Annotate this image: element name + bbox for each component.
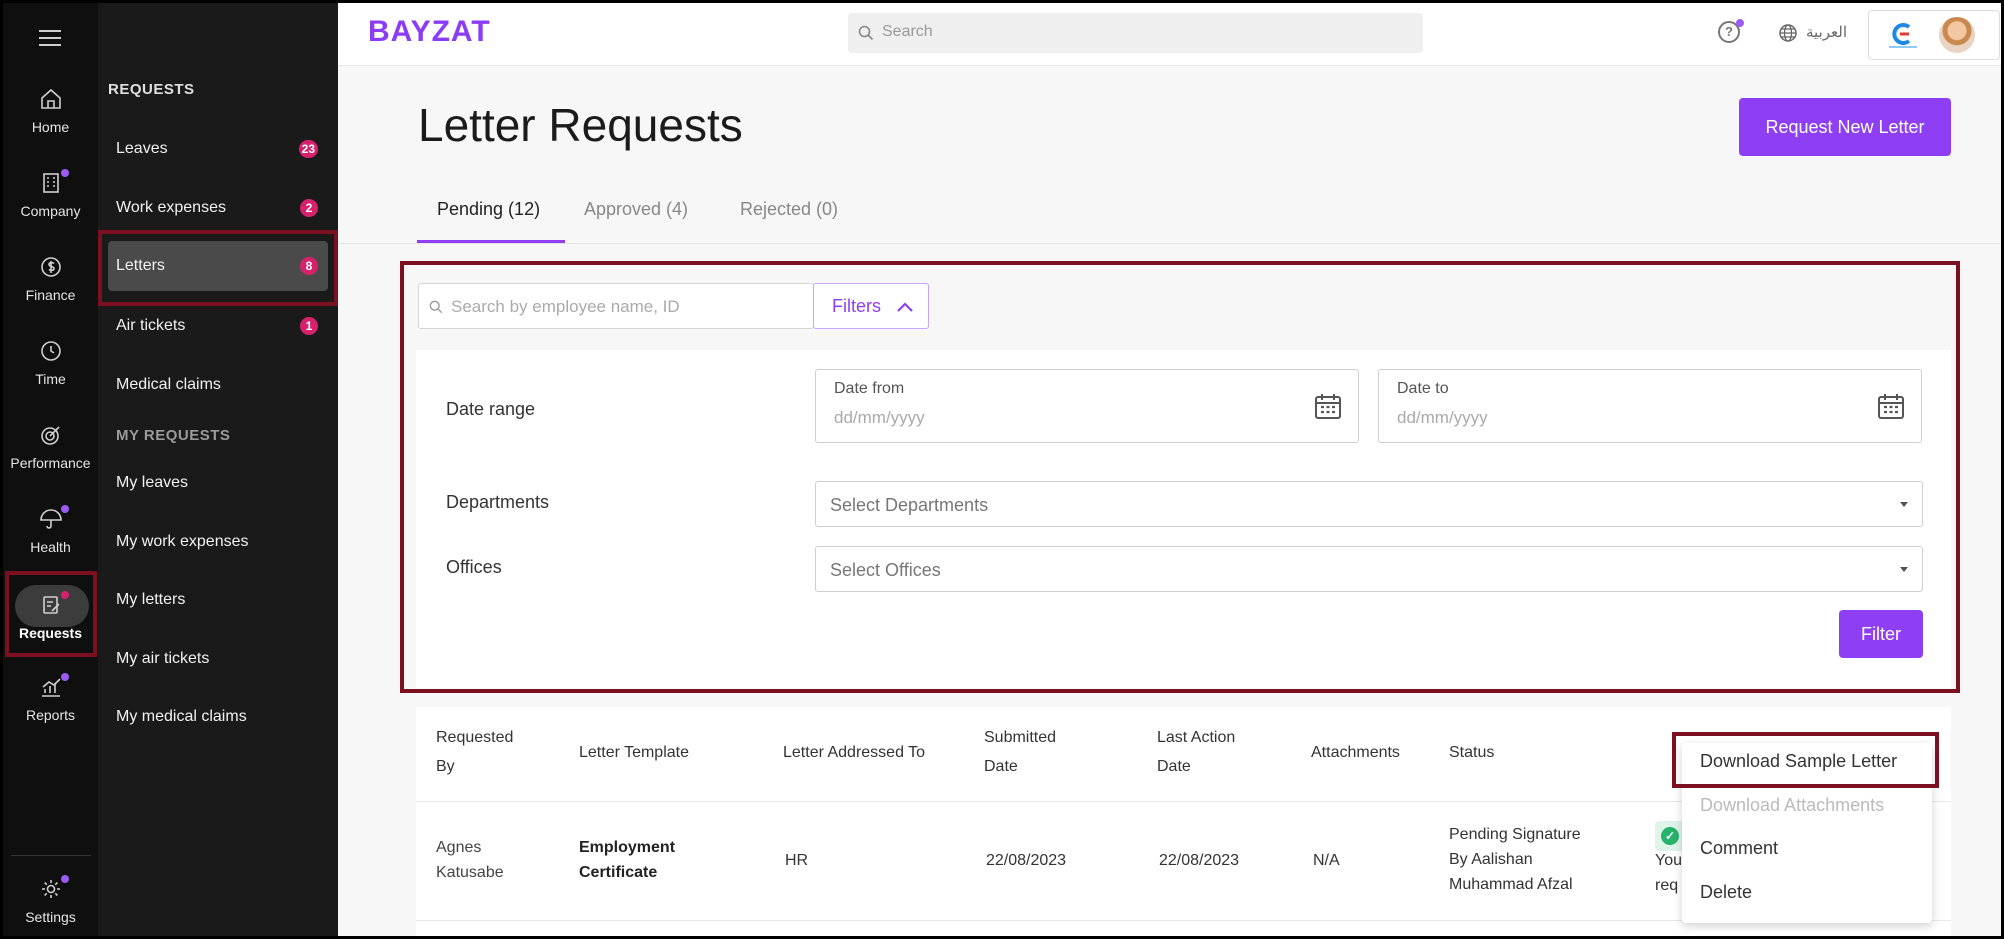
global-search-input[interactable]: Search [848, 13, 1423, 53]
clock-icon [40, 341, 61, 361]
menu-item-delete[interactable]: Delete [1700, 882, 1752, 903]
top-bar: BAYZAT Search ? العربية [338, 3, 2001, 66]
menu-item-download-attachments: Download Attachments [1700, 795, 1885, 815]
dollar-icon [40, 257, 61, 277]
section-header: REQUESTS [108, 81, 195, 98]
nav-home[interactable]: Home [3, 85, 98, 135]
approved-check-icon: ✓ [1655, 821, 1685, 851]
cell-requested-by: Agnes Katusabe [436, 839, 504, 881]
sidebar-item-my-work-expenses[interactable]: My work expenses [108, 517, 328, 567]
sidebar-item-my-air-tickets[interactable]: My air tickets [108, 634, 328, 684]
request-new-letter-button[interactable]: Request New Letter [1739, 98, 1951, 156]
column-header-last-action-date[interactable]: Last Action Date [1157, 723, 1235, 781]
language-switcher[interactable]: العربية [1778, 23, 1847, 43]
nav-reports[interactable]: Reports [3, 673, 98, 723]
nav-health[interactable]: Health [3, 505, 98, 555]
target-icon [40, 426, 60, 445]
cell-template: Employment Certificate [579, 839, 676, 881]
bayzat-logo[interactable]: BAYZAT [368, 15, 491, 49]
avatar [1939, 17, 1975, 53]
home-icon [40, 88, 61, 109]
count-badge: 23 [298, 140, 318, 158]
cell-submitted-date: 22/08/2023 [986, 852, 1067, 869]
section-header: MY REQUESTS [116, 427, 231, 444]
sidebar-item-work-expenses[interactable]: Work expenses 2 [108, 183, 328, 233]
account-menu[interactable] [1868, 10, 2000, 60]
main-nav-rail: Home Company Finance Time Performance He… [3, 3, 98, 936]
app-window: Home Company Finance Time Performance He… [3, 3, 2001, 936]
count-badge: 2 [300, 199, 318, 217]
notification-dot [61, 169, 69, 177]
page-title: Letter Requests [418, 99, 743, 151]
cell-note: You req [1655, 852, 1682, 894]
sidebar-item-my-letters[interactable]: My letters [108, 575, 328, 625]
nav-settings[interactable]: Settings [3, 875, 98, 925]
column-header-addressed-to[interactable]: Letter Addressed To [783, 738, 925, 767]
globe-icon [1779, 24, 1797, 42]
cell-status: Pending Signature By Aalishan Muhammad Afz… [1449, 826, 1581, 893]
notification-dot [61, 673, 69, 681]
column-header-template[interactable]: Letter Template [579, 738, 689, 767]
search-icon [858, 25, 874, 41]
highlight-download-sample-letter [1672, 732, 1939, 788]
menu-item-comment[interactable]: Comment [1700, 838, 1778, 859]
cell-addressed-to: HR [785, 852, 809, 869]
tab-pending[interactable]: Pending (12) [437, 199, 540, 220]
divider [11, 855, 91, 856]
company-logo [1889, 23, 1917, 48]
column-header-requested-by[interactable]: Requested By [436, 723, 513, 781]
tab-rejected[interactable]: Rejected (0) [740, 199, 838, 220]
column-header-attachments[interactable]: Attachments [1311, 738, 1400, 767]
sidebar-item-my-medical-claims[interactable]: My medical claims [108, 692, 328, 742]
notification-dot [61, 505, 69, 513]
sidebar-item-my-leaves[interactable]: My leaves [108, 458, 328, 508]
active-tab-indicator [417, 240, 565, 243]
sidebar-item-medical-claims[interactable]: Medical claims [108, 360, 328, 410]
sidebar-item-air-tickets[interactable]: Air tickets 1 [108, 301, 328, 351]
highlight-requests [5, 571, 97, 657]
tabs-divider [338, 243, 2001, 244]
nav-performance[interactable]: Performance [3, 421, 98, 471]
notification-dot [1736, 19, 1744, 27]
cell-attachments: N/A [1313, 852, 1340, 869]
tab-approved[interactable]: Approved (4) [584, 199, 688, 220]
column-header-status[interactable]: Status [1449, 738, 1494, 767]
nav-company[interactable]: Company [3, 169, 98, 219]
highlight-letters [98, 230, 338, 306]
column-header-submitted-date[interactable]: Submitted Date [984, 723, 1056, 781]
nav-finance[interactable]: Finance [3, 253, 98, 303]
notification-dot [61, 875, 69, 883]
highlight-filter-panel [400, 261, 1960, 693]
menu-icon[interactable] [39, 25, 61, 51]
cell-last-action-date: 22/08/2023 [1159, 852, 1240, 869]
sidebar-item-leaves[interactable]: Leaves 23 [108, 124, 328, 174]
nav-time[interactable]: Time [3, 337, 98, 387]
count-badge: 1 [300, 317, 318, 335]
requests-sidebar: REQUESTS Leaves 23 Work expenses 2 Lette… [98, 3, 338, 936]
